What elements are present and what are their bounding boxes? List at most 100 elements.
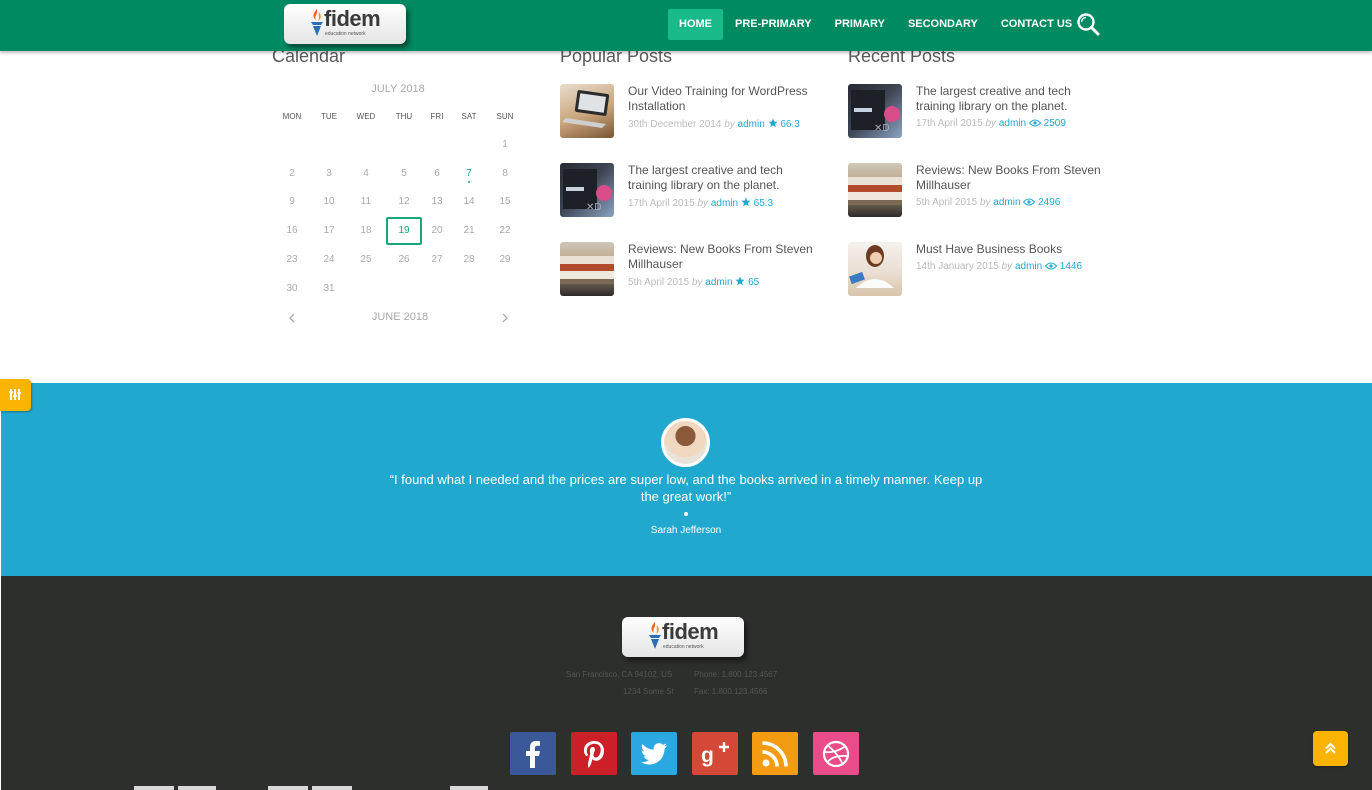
weekday-label: FRI	[430, 112, 444, 121]
post-title[interactable]: Must Have Business Books	[916, 242, 1106, 257]
calendar-day: 25	[360, 254, 372, 265]
post-author[interactable]: admin	[738, 119, 765, 130]
post-thumbnail[interactable]	[560, 84, 614, 138]
svg-text:✕D: ✕D	[586, 202, 602, 213]
calendar-day-event[interactable]: 7	[451, 160, 487, 188]
calendar-day: 4	[363, 168, 369, 179]
popular-post[interactable]: ✕D The largest creative and tech trainin…	[560, 163, 820, 223]
footer-logo[interactable]: fidem education network	[622, 617, 744, 657]
nav-home[interactable]: HOME	[668, 9, 723, 40]
calendar-day: 18	[360, 225, 372, 236]
logo-wordmark: fidem	[324, 6, 381, 31]
svg-text:g: g	[701, 744, 714, 767]
post-thumbnail[interactable]	[848, 163, 902, 217]
post-views: 1446	[1059, 261, 1083, 272]
site-footer	[1, 576, 1372, 790]
popular-post[interactable]: Our Video Training for WordPress Install…	[560, 84, 820, 144]
calendar-day: 30	[286, 283, 298, 294]
calendar-day: 5	[401, 168, 407, 179]
site-header: fidem education network HOME PRE-PRIMARY…	[0, 0, 1372, 51]
post-title[interactable]: The largest creative and tech training l…	[916, 84, 1106, 114]
post-title[interactable]: Reviews: New Books From Steven Millhause…	[628, 242, 818, 272]
post-thumbnail[interactable]	[560, 242, 614, 296]
calendar-day-today: 19	[386, 217, 422, 245]
recent-post[interactable]: ✕D The largest creative and tech trainin…	[848, 84, 1108, 144]
weekday-label: THU	[395, 112, 413, 121]
back-to-top-button[interactable]	[1313, 731, 1348, 766]
post-author[interactable]: admin	[705, 277, 732, 288]
torch-logo-icon	[649, 622, 661, 649]
post-meta: 17th April 2015 by admin 65.3	[628, 197, 773, 209]
star-icon	[767, 118, 778, 128]
calendar-day: 11	[360, 196, 372, 207]
calendar-day: 8	[502, 168, 508, 179]
rss-icon	[762, 741, 788, 767]
calendar-day: 24	[323, 254, 335, 265]
bottom-strip	[134, 786, 174, 790]
calendar-day: 14	[463, 196, 475, 207]
eye-icon	[1023, 198, 1036, 206]
bottom-strip	[178, 786, 216, 790]
logo-tagline: education network	[325, 31, 366, 37]
calendar-day: 13	[431, 196, 443, 207]
post-thumbnail[interactable]: ✕D	[848, 84, 902, 138]
calendar-day: 27	[431, 254, 443, 265]
pinterest-link[interactable]	[571, 732, 617, 775]
post-author[interactable]: admin	[711, 198, 738, 209]
calendar-day: 10	[323, 196, 335, 207]
nav-secondary[interactable]: SECONDARY	[897, 9, 989, 40]
calendar-day: 28	[463, 254, 475, 265]
weekday-label: TUE	[321, 112, 337, 121]
post-meta: 5th April 2015 by admin 65	[628, 276, 759, 288]
calendar-day: 3	[326, 168, 332, 179]
calendar-day: 17	[323, 225, 335, 236]
post-title[interactable]: Reviews: New Books From Steven Millhause…	[916, 163, 1106, 193]
post-author[interactable]: admin	[999, 118, 1026, 129]
rss-link[interactable]	[752, 732, 798, 775]
star-icon	[741, 197, 751, 207]
post-author[interactable]: admin	[993, 197, 1020, 208]
chevron-up-icon	[1325, 742, 1336, 754]
eye-icon	[1028, 119, 1041, 127]
nav-primary[interactable]: PRIMARY	[824, 9, 896, 40]
style-switcher-tab[interactable]	[0, 379, 31, 411]
google-plus-link[interactable]: g	[692, 732, 738, 775]
calendar-month: JULY 2018	[371, 83, 425, 95]
chevron-left-icon[interactable]	[288, 313, 296, 323]
twitter-link[interactable]	[631, 732, 677, 775]
calendar-day: 12	[398, 196, 410, 207]
calendar-prev-month-link[interactable]: JUNE 2018	[342, 311, 458, 323]
post-thumbnail[interactable]: ✕D	[560, 163, 614, 217]
post-date: 14th January 2015	[916, 261, 999, 272]
post-by: by	[985, 118, 997, 129]
logo-wordmark: fidem	[662, 619, 719, 644]
carousel-dot[interactable]	[684, 512, 688, 516]
site-logo[interactable]: fidem education network	[284, 4, 406, 44]
chevron-right-icon[interactable]	[501, 313, 509, 323]
search-icon[interactable]	[1076, 12, 1100, 36]
post-by: by	[691, 277, 703, 288]
nav-contact-us[interactable]: CONTACT US	[990, 9, 1083, 40]
nav-pre-primary[interactable]: PRE-PRIMARY	[724, 9, 823, 40]
dribbble-link[interactable]	[813, 732, 859, 775]
facebook-link[interactable]	[510, 732, 556, 775]
calendar-day: 20	[431, 225, 443, 236]
weekday-label: SAT	[461, 112, 477, 121]
post-date: 17th April 2015	[916, 118, 983, 129]
recent-post[interactable]: Must Have Business Books 14th January 20…	[848, 242, 1108, 302]
popular-post[interactable]: Reviews: New Books From Steven Millhause…	[560, 242, 820, 302]
dribbble-icon	[822, 740, 850, 768]
post-author[interactable]: admin	[1015, 261, 1042, 272]
post-date: 5th April 2015	[916, 197, 978, 208]
testimonial-author: Sarah Jefferson	[650, 525, 722, 536]
calendar-day: 22	[499, 225, 511, 236]
post-rating: 66.3	[780, 119, 800, 130]
footer-address-line1: San Francisco, CA 94102, US	[566, 670, 673, 679]
twitter-icon	[641, 743, 667, 765]
post-date: 30th December 2014	[628, 119, 722, 130]
post-title[interactable]: The largest creative and tech training l…	[628, 163, 818, 193]
post-thumbnail[interactable]	[848, 242, 902, 296]
recent-post[interactable]: Reviews: New Books From Steven Millhause…	[848, 163, 1108, 223]
torch-logo-icon	[311, 9, 323, 36]
post-title[interactable]: Our Video Training for WordPress Install…	[628, 84, 818, 114]
